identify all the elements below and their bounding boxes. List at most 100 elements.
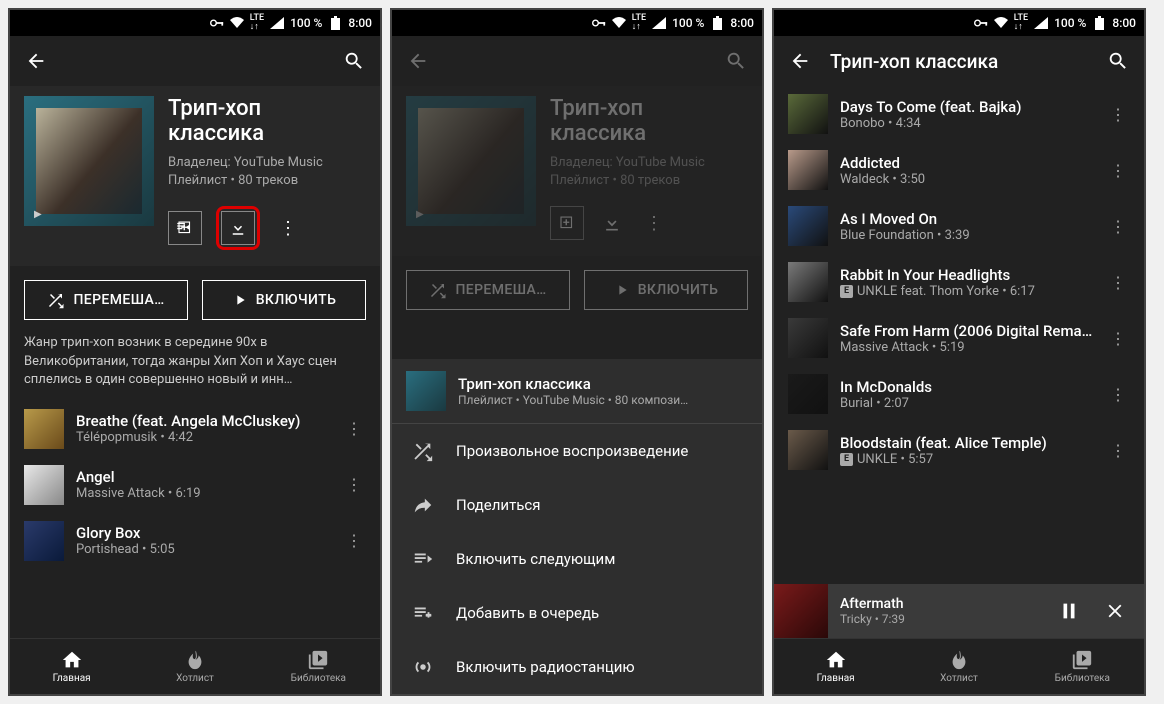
track-sub: E UNKLE • 5:57 [840, 452, 1094, 467]
track-art [788, 430, 828, 470]
nav-hotlist[interactable]: Хотлист [897, 639, 1020, 694]
track-title: Bloodstain (feat. Alice Temple) [840, 434, 1094, 452]
play-button[interactable]: ВКЛЮЧИТЬ [584, 270, 748, 310]
sheet-play-next[interactable]: Включить следующим [392, 532, 762, 586]
sheet-share[interactable]: Поделиться [392, 478, 762, 532]
track-list[interactable]: Days To Come (feat. Bajka)Bonobo • 4:34⋮… [774, 86, 1144, 584]
key-icon [210, 16, 224, 30]
track-menu-button[interactable]: ⋮ [1106, 105, 1130, 124]
playlist-cover: ▶ [406, 96, 536, 226]
search-button[interactable] [340, 47, 368, 75]
track-list[interactable]: Breathe (feat. Angela McCluskey) Télépop… [10, 401, 380, 638]
sheet-cover [406, 371, 446, 411]
status-bar: LTE↓↑ 100 % 8:00 [392, 10, 762, 36]
playlist-owner: Владелец: YouTube Music [550, 155, 748, 172]
nav-home[interactable]: Главная [10, 639, 133, 694]
track-row[interactable]: Safe From Harm (2006 Digital Remaster)Ma… [774, 310, 1144, 366]
sheet-start-radio[interactable]: Включить радиостанцию [392, 640, 762, 694]
add-to-library-button[interactable] [550, 206, 584, 240]
close-button[interactable] [1098, 594, 1132, 628]
now-playing-bar[interactable]: Aftermath Tricky • 7:39 [774, 584, 1144, 638]
screen-2: LTE↓↑ 100 % 8:00 ▶ Трип-хопклассика Влад… [390, 8, 764, 696]
track-row[interactable]: Glory Box Portishead • 5:05 ⋮ [10, 513, 380, 569]
back-button[interactable] [22, 47, 50, 75]
search-button[interactable] [722, 47, 750, 75]
clock: 8:00 [348, 16, 372, 30]
track-row[interactable]: In McDonaldsBurial • 2:07⋮ [774, 366, 1144, 422]
wifi-icon [994, 16, 1008, 30]
wifi-icon [230, 16, 244, 30]
play-next-icon [412, 548, 434, 570]
track-menu-button[interactable]: ⋮ [1106, 385, 1130, 404]
track-sub: E UNKLE feat. Thom Yorke • 6:17 [840, 284, 1094, 299]
track-row[interactable]: Rabbit In Your HeadlightsE UNKLE feat. T… [774, 254, 1144, 310]
playlist-owner: Владелец: YouTube Music [168, 155, 366, 172]
bottom-sheet: Трип-хоп классика Плейлист • YouTube Mus… [392, 359, 762, 694]
youtube-icon: ▶ [34, 209, 42, 220]
track-sub: Burial • 2:07 [840, 396, 1094, 411]
track-sub: Bonobo • 4:34 [840, 116, 1094, 131]
track-menu-button[interactable]: ⋮ [1106, 217, 1130, 236]
track-title: Breathe (feat. Angela McCluskey) [76, 412, 330, 430]
nav-library[interactable]: Библиотека [257, 639, 380, 694]
add-to-library-button[interactable] [168, 211, 202, 245]
track-row[interactable]: As I Moved OnBlue Foundation • 3:39⋮ [774, 198, 1144, 254]
track-art [788, 206, 828, 246]
screen-1: LTE↓↑ 100 % 8:00 ▶ Трип-хопклассика Влад… [8, 8, 382, 696]
download-highlight [216, 206, 260, 250]
playlist-cover[interactable]: ▶ [24, 96, 154, 226]
nav-hotlist[interactable]: Хотлист [133, 639, 256, 694]
sheet-subtitle: Плейлист • YouTube Music • 80 компози… [458, 393, 748, 407]
queue-icon [412, 602, 434, 624]
signal-icon [1034, 16, 1048, 30]
track-row[interactable]: Breathe (feat. Angela McCluskey) Télépop… [10, 401, 380, 457]
battery-pct: 100 % [1054, 16, 1086, 30]
more-button[interactable]: ⋮ [274, 214, 302, 242]
wifi-icon [612, 16, 626, 30]
track-title: Glory Box [76, 524, 330, 542]
sheet-header: Трип-хоп классика Плейлист • YouTube Mus… [392, 359, 762, 424]
sheet-shuffle[interactable]: Произвольное воспроизведение [392, 424, 762, 478]
pause-button[interactable] [1052, 594, 1086, 628]
back-button[interactable] [404, 47, 432, 75]
signal-icon [652, 16, 666, 30]
track-art [788, 150, 828, 190]
download-button[interactable] [221, 211, 255, 245]
playlist-title: Трип-хопклассика [168, 96, 366, 147]
track-title: Safe From Harm (2006 Digital Remaster) [840, 322, 1094, 340]
battery-icon [328, 16, 342, 30]
page-title: Трип-хоп классика [830, 50, 1088, 73]
sheet-add-queue[interactable]: Добавить в очередь [392, 586, 762, 640]
track-art [24, 465, 64, 505]
download-button[interactable] [598, 209, 626, 237]
track-menu-button[interactable]: ⋮ [342, 475, 366, 494]
track-menu-button[interactable]: ⋮ [1106, 441, 1130, 460]
track-row[interactable]: Days To Come (feat. Bajka)Bonobo • 4:34⋮ [774, 86, 1144, 142]
track-row[interactable]: Angel Massive Attack • 6:19 ⋮ [10, 457, 380, 513]
battery-icon [710, 16, 724, 30]
track-menu-button[interactable]: ⋮ [342, 531, 366, 550]
shuffle-button[interactable]: ПЕРЕМЕША… [406, 270, 570, 310]
nav-home[interactable]: Главная [774, 639, 897, 694]
shuffle-button[interactable]: ПЕРЕМЕША… [24, 280, 188, 320]
more-button[interactable]: ⋮ [640, 209, 668, 237]
track-row[interactable]: Bloodstain (feat. Alice Temple)E UNKLE •… [774, 422, 1144, 478]
track-menu-button[interactable]: ⋮ [342, 419, 366, 438]
screen-3: LTE↓↑ 100 % 8:00 Трип-хоп классика Days … [772, 8, 1146, 696]
track-menu-button[interactable]: ⋮ [1106, 161, 1130, 180]
lte-label: LTE↓↑ [1014, 14, 1028, 32]
track-title: Angel [76, 468, 330, 486]
back-button[interactable] [786, 47, 814, 75]
bottom-nav: Главная Хотлист Библиотека [10, 638, 380, 694]
track-row[interactable]: AddictedWaldeck • 3:50⋮ [774, 142, 1144, 198]
bottom-nav: Главная Хотлист Библиотека [774, 638, 1144, 694]
explicit-badge: E [840, 453, 853, 466]
nav-library[interactable]: Библиотека [1021, 639, 1144, 694]
track-menu-button[interactable]: ⋮ [1106, 273, 1130, 292]
track-sub: Portishead • 5:05 [76, 542, 330, 557]
track-title: As I Moved On [840, 210, 1094, 228]
search-button[interactable] [1104, 47, 1132, 75]
track-menu-button[interactable]: ⋮ [1106, 329, 1130, 348]
toolbar [392, 36, 762, 86]
play-button[interactable]: ВКЛЮЧИТЬ [202, 280, 366, 320]
